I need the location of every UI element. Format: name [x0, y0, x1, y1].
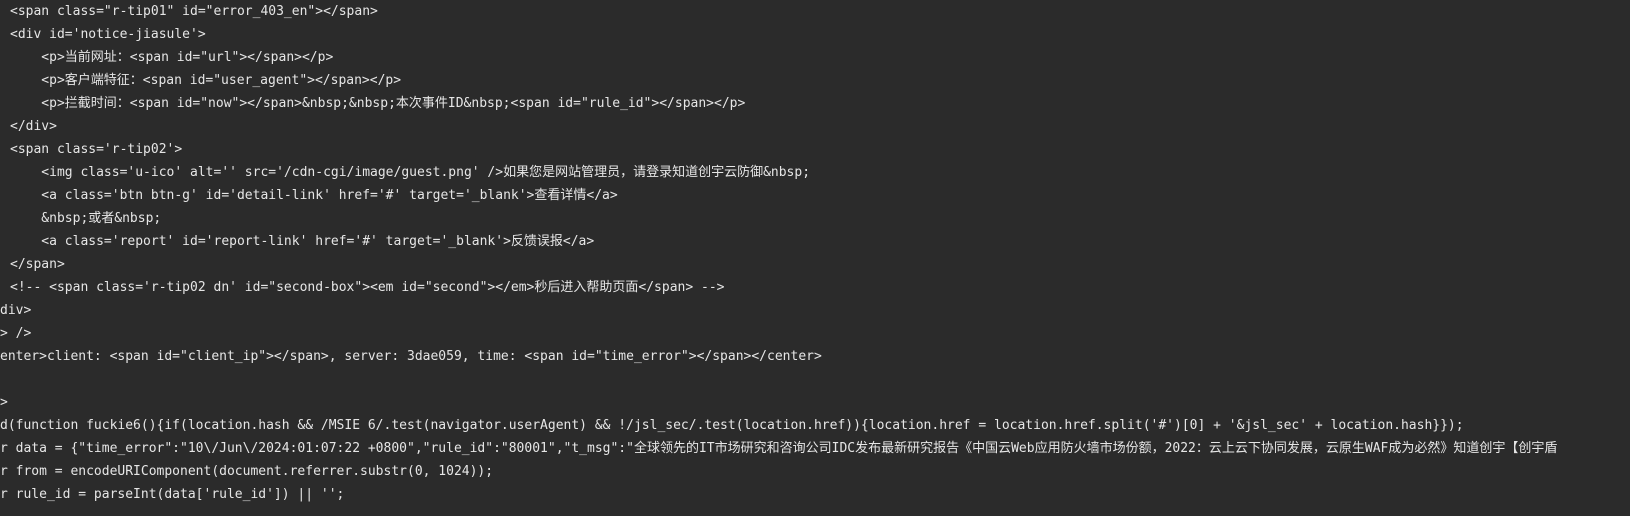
code-line: d(function fuckie6(){if(location.hash &&…	[0, 418, 1464, 433]
code-line: r from = encodeURIComponent(document.ref…	[0, 464, 494, 479]
code-line: > />	[0, 326, 32, 341]
source-code-viewer: <span class="r-tip01" id="error_403_en">…	[0, 0, 1630, 516]
code-line: <div id='notice-jiasule'>	[10, 27, 206, 42]
code-line: r data = {"time_error":"10\/Jun\/2024:01…	[0, 441, 1558, 456]
code-line: </span>	[10, 257, 65, 272]
code-line: <!-- <span class='r-tip02 dn' id="second…	[10, 280, 725, 295]
code-line: <img class='u-ico' alt='' src='/cdn-cgi/…	[10, 165, 811, 180]
code-line: <a class='btn btn-g' id='detail-link' hr…	[10, 188, 618, 203]
code-line: <p>当前网址：<span id="url"></span></p>	[10, 50, 334, 65]
code-line: <p>客户端特征：<span id="user_agent"></span></…	[10, 73, 402, 88]
code-line: enter>client: <span id="client_ip"></spa…	[0, 349, 822, 364]
code-line: >	[0, 395, 8, 410]
code-line: <span class="r-tip01" id="error_403_en">…	[10, 4, 378, 19]
code-area[interactable]: <span class="r-tip01" id="error_403_en">…	[0, 0, 1630, 516]
code-line: <a class='report' id='report-link' href=…	[10, 234, 595, 249]
code-line: <span class='r-tip02'>	[10, 142, 183, 157]
code-line: </div>	[10, 119, 57, 134]
code-line: <p>拦截时间：<span id="now"></span>&nbsp;&nbs…	[10, 96, 746, 111]
code-line: r rule_id = parseInt(data['rule_id']) ||…	[0, 487, 345, 502]
code-line: &nbsp;或者&nbsp;	[10, 211, 162, 226]
code-line: div>	[0, 303, 32, 318]
